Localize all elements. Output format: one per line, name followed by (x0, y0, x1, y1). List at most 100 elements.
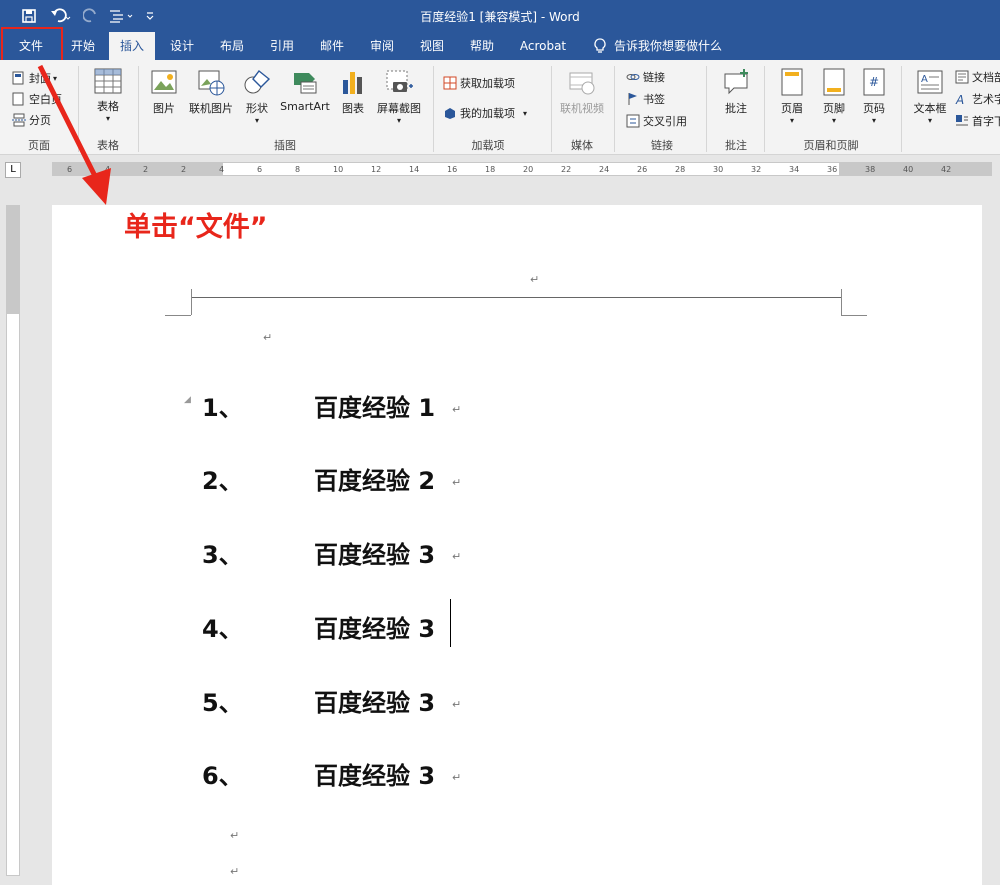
paragraph-mark: ↵ (230, 829, 240, 842)
header-icon (780, 68, 804, 96)
list-number: 3、 (202, 541, 243, 569)
ruler-tick-label: 16 (447, 165, 458, 174)
annotation-arrow-icon (37, 64, 111, 205)
textbox-button[interactable]: A 文本框 ▾ (908, 68, 952, 125)
link-icon (626, 70, 640, 84)
group-comments-label: 批注 (725, 139, 747, 152)
spellcheck-squiggle (342, 419, 434, 423)
quick-parts-button[interactable]: 文档部 (955, 69, 1000, 85)
header-button[interactable]: 页眉 ▾ (772, 68, 812, 125)
ruler-tick-label: 18 (485, 165, 496, 174)
group-media-label: 媒体 (571, 139, 593, 152)
online-video-button[interactable]: 联机视频 (556, 68, 608, 116)
page-number-icon: # (862, 68, 886, 96)
list-item-text: 百度经验 3 (314, 689, 436, 717)
tab-help[interactable]: 帮助 (458, 32, 506, 60)
ruler-tick-label: 30 (713, 165, 724, 174)
quick-parts-icon (955, 70, 969, 84)
shapes-icon (243, 68, 271, 96)
textbox-icon: A (916, 68, 944, 96)
my-addins-icon (443, 106, 457, 120)
document-page[interactable]: 单击“文件” ↵ ↵ ◢ 1、 百度经验 1 ↵ 2、 百度经验 2 ↵ 3、 … (52, 205, 982, 885)
get-addins-button[interactable]: 获取加载项 (443, 75, 515, 91)
list-item-text: 百度经验 3 (314, 541, 436, 569)
group-addins-label: 加载项 (471, 139, 505, 152)
dropcap-button[interactable]: 首字下 (955, 113, 1000, 129)
ruler-tick-label: 28 (675, 165, 686, 174)
list-item-text: 百度经验 2 (314, 467, 436, 495)
list-number: 5、 (202, 689, 243, 717)
tab-layout[interactable]: 布局 (208, 32, 256, 60)
tell-me-search[interactable]: 告诉我你想要做什么 (614, 32, 744, 60)
ruler-tick-label: 12 (371, 165, 382, 174)
comment-icon (722, 68, 750, 96)
smartart-button[interactable]: SmartArt (277, 68, 333, 113)
ruler-tick-label: 20 (523, 165, 534, 174)
list-number: 4、 (202, 615, 243, 643)
video-icon (568, 68, 596, 96)
ruler-tick-label: 42 (941, 165, 952, 174)
paragraph-mark: ↵ (452, 698, 462, 711)
ruler-tick-label: 24 (599, 165, 610, 174)
dropcap-icon (955, 114, 969, 128)
ruler-tick-label: 10 (333, 165, 344, 174)
my-addins-button[interactable]: 我的加载项 ▾ (443, 105, 527, 121)
screenshot-icon (385, 68, 413, 96)
chart-button[interactable]: 图表 (337, 68, 369, 116)
cross-reference-button[interactable]: 交叉引用 (626, 113, 687, 129)
tab-mailings[interactable]: 邮件 (308, 32, 356, 60)
tab-view[interactable]: 视图 (408, 32, 456, 60)
svg-text:A: A (955, 93, 964, 106)
list-number: 6、 (202, 762, 243, 790)
lightbulb-icon (590, 32, 610, 60)
footer-icon (822, 68, 846, 96)
paragraph-mark: ↵ (452, 550, 462, 563)
ruler-tick-label: 38 (865, 165, 876, 174)
list-number: 1、 (202, 394, 243, 422)
group-links-label: 链接 (651, 139, 673, 152)
ruler-tick-label: 4 (219, 165, 225, 174)
paragraph-mark: ↵ (263, 331, 273, 344)
cross-reference-icon (626, 114, 640, 128)
ruler-tick-label: 36 (827, 165, 838, 174)
shapes-button[interactable]: 形状 ▾ (241, 68, 273, 125)
ruler-tick-label: 40 (903, 165, 914, 174)
ruler-tick-label: 8 (295, 165, 301, 174)
list-item-text: 百度经验 3 (314, 762, 436, 790)
text-cursor (450, 599, 451, 647)
ruler-tick-label: 34 (789, 165, 800, 174)
chart-icon (339, 68, 367, 96)
svg-text:#: # (869, 75, 879, 89)
wordart-button[interactable]: A 艺术字 (955, 91, 1000, 107)
paragraph-mark: ↵ (530, 273, 540, 286)
tab-review[interactable]: 审阅 (358, 32, 406, 60)
ruler-tick-label: 26 (637, 165, 648, 174)
tab-references[interactable]: 引用 (258, 32, 306, 60)
screenshot-button[interactable]: 屏幕截图 ▾ (373, 68, 425, 125)
footer-button[interactable]: 页脚 ▾ (814, 68, 854, 125)
link-button[interactable]: 链接 (626, 69, 665, 85)
store-icon (443, 76, 457, 90)
comment-button[interactable]: 批注 (716, 68, 756, 116)
bookmark-button[interactable]: 书签 (626, 91, 665, 107)
smartart-icon (291, 68, 319, 96)
paragraph-mark: ↵ (452, 403, 462, 416)
collapse-triangle-icon[interactable]: ◢ (184, 395, 191, 405)
bookmark-flag-icon (626, 92, 640, 106)
vertical-ruler[interactable] (6, 205, 20, 876)
paragraph-mark: ↵ (230, 865, 240, 878)
page-number-button[interactable]: # 页码 ▾ (856, 68, 892, 125)
wordart-icon: A (955, 92, 969, 107)
ruler-tick-label: 6 (257, 165, 263, 174)
svg-text:A: A (921, 74, 928, 85)
online-picture-icon (197, 68, 225, 96)
ruler-tick-label: 22 (561, 165, 572, 174)
tab-acrobat[interactable]: Acrobat (512, 32, 574, 60)
ruler-tick-label: 32 (751, 165, 762, 174)
list-item-text: 百度经验 1 (314, 394, 436, 422)
ruler-tick-label: 14 (409, 165, 420, 174)
list-item-text: 百度经验 3 (314, 615, 436, 643)
paragraph-mark: ↵ (452, 771, 462, 784)
header-line (191, 297, 841, 298)
paragraph-mark: ↵ (452, 476, 462, 489)
